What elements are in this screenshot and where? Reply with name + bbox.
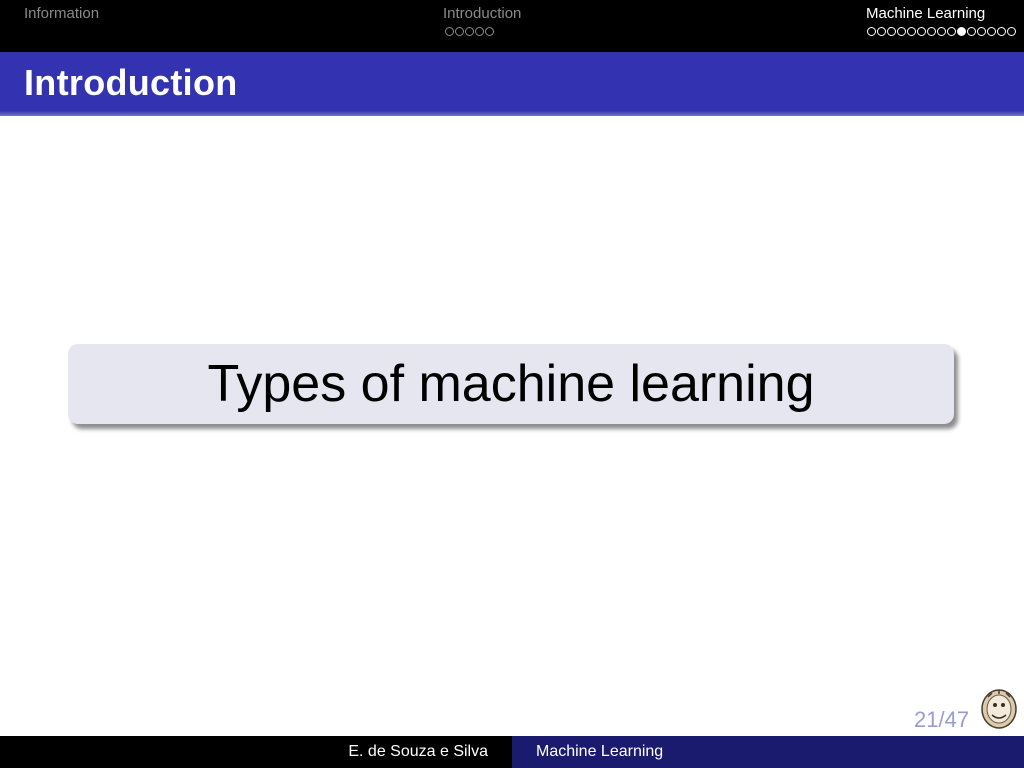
nav-frame-dot[interactable] <box>927 27 936 36</box>
page-counter: 21/47 <box>914 707 970 732</box>
nav-frame-dot[interactable] <box>937 27 946 36</box>
nav-frame-dot[interactable] <box>867 27 876 36</box>
nav-frame-dot[interactable] <box>455 27 464 36</box>
section-title-box: Types of machine learning <box>68 344 954 424</box>
nav-frame-dot[interactable] <box>475 27 484 36</box>
nav-frame-dot[interactable] <box>907 27 916 36</box>
navigation-bar: Information Introduction Machine Learnin… <box>0 0 1024 52</box>
nav-frame-dot[interactable] <box>957 27 966 36</box>
nav-frame-dot[interactable] <box>485 27 494 36</box>
nav-section-machine-learning[interactable]: Machine Learning <box>866 5 985 22</box>
nav-frame-dot[interactable] <box>887 27 896 36</box>
nav-frame-dot[interactable] <box>917 27 926 36</box>
footer-author: E. de Souza e Silva <box>348 743 488 760</box>
nav-frame-dot[interactable] <box>987 27 996 36</box>
nav-section-introduction[interactable]: Introduction <box>443 5 521 22</box>
footer-author-cell: E. de Souza e Silva <box>0 736 512 768</box>
footer-title: Machine Learning <box>536 743 664 760</box>
institution-seal-icon <box>981 689 1017 729</box>
nav-frame-dot[interactable] <box>1007 27 1016 36</box>
nav-frame-dot[interactable] <box>997 27 1006 36</box>
nav-frame-dot[interactable] <box>465 27 474 36</box>
section-title-text: Types of machine learning <box>207 355 815 413</box>
nav-section-information[interactable]: Information <box>24 5 99 22</box>
nav-frame-dot[interactable] <box>947 27 956 36</box>
frame-title: Introduction <box>24 62 238 103</box>
footer-title-cell: Machine Learning <box>512 736 1024 768</box>
nav-frame-dot[interactable] <box>967 27 976 36</box>
nav-dots-introduction <box>445 27 494 39</box>
nav-dots-machine-learning <box>867 27 1016 39</box>
frame-title-bar: Introduction <box>0 52 1024 116</box>
footer-bar: E. de Souza e Silva Machine Learning <box>0 736 1024 768</box>
nav-frame-dot[interactable] <box>977 27 986 36</box>
nav-frame-dot[interactable] <box>877 27 886 36</box>
nav-frame-dot[interactable] <box>445 27 454 36</box>
nav-frame-dot[interactable] <box>897 27 906 36</box>
